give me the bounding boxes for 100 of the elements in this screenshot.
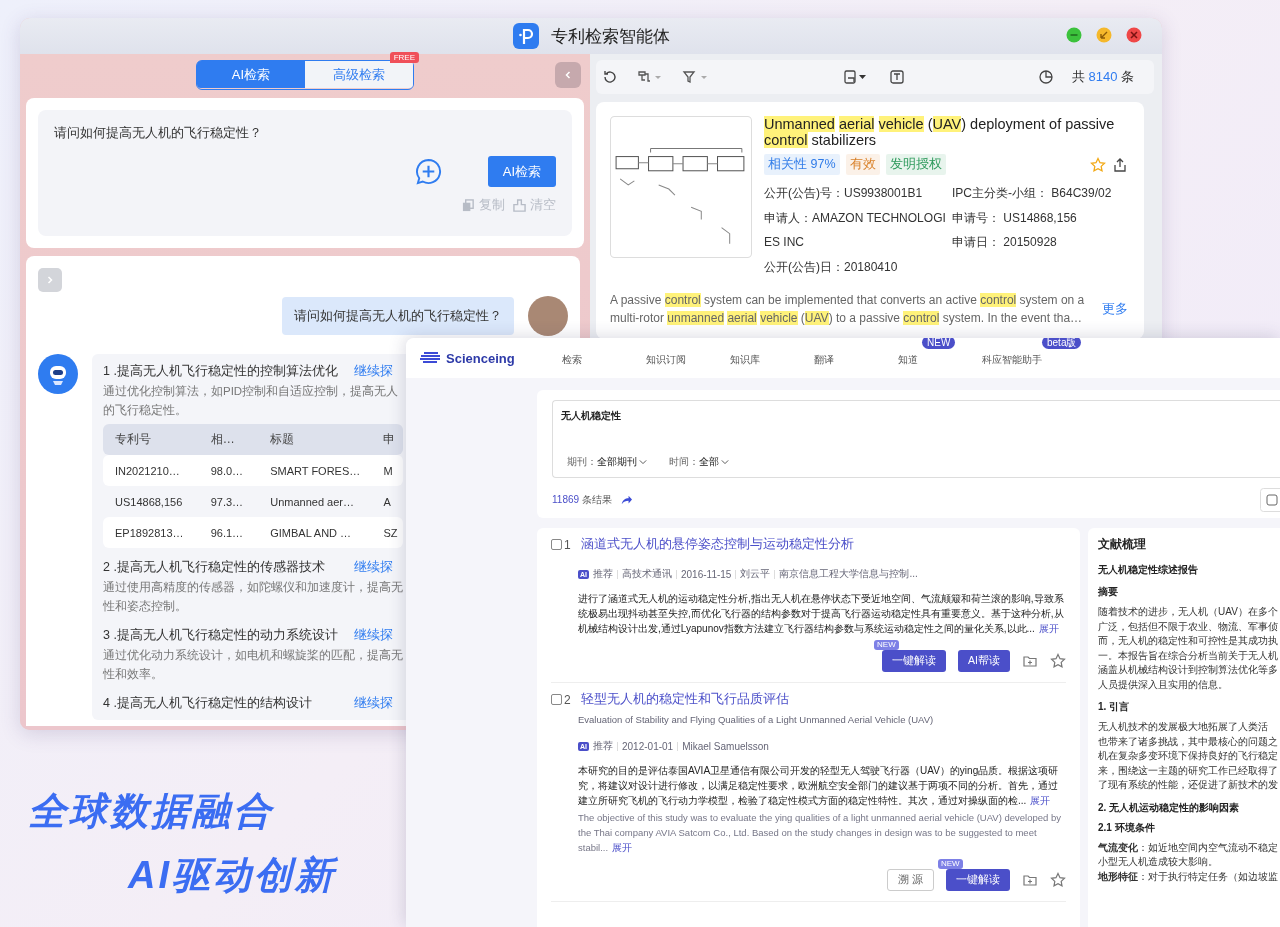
share-arrow-icon[interactable]: [619, 494, 632, 506]
table-row[interactable]: EP1892813… 96.1… GIMBAL AND … SZ: [103, 517, 403, 548]
table-cell-text: IN2021210…: [115, 464, 181, 477]
report-text: 人员提供深入且实用的信息。: [1098, 677, 1229, 692]
result-number: 2: [564, 692, 571, 707]
table-cell-text: SZ: [383, 526, 399, 539]
meta-text: 推荐: [593, 567, 613, 581]
filter-dropdown[interactable]: 期刊：全部期刊: [567, 455, 647, 469]
note-icon[interactable]: [888, 69, 905, 85]
action-button[interactable]: 一键解读: [882, 650, 947, 672]
patent-field: 公开(公告)日：20180410: [764, 254, 952, 279]
report-text: 广泛，包括但不限于农业、物流、军事侦: [1098, 619, 1279, 634]
answer-text: 通过使用高精度的传感器，如陀螺仪和加速度计，提高无: [103, 580, 404, 595]
search-tab[interactable]: AI检索: [197, 61, 305, 88]
nav-link[interactable]: 知识订阅: [646, 354, 686, 365]
status-tag: 有效: [845, 154, 880, 175]
answer-heading: 1 .提高无人机飞行稳定性的控制算法优化: [103, 362, 338, 380]
patent-field: IPC主分类-小组： B64C39/02: [952, 181, 1112, 206]
checkbox[interactable]: [551, 539, 562, 550]
add-chat-icon[interactable]: [415, 158, 442, 185]
robot-avatar-icon: [38, 354, 78, 394]
table-row[interactable]: US14868,156 97.3… Unmanned aer… A: [103, 486, 403, 517]
query-text: 请问如何提高无人机的飞行稳定性？: [54, 124, 263, 142]
tree-dropdown-icon[interactable]: [636, 69, 664, 85]
answer-text: 性和效率。: [103, 667, 164, 682]
nav-link[interactable]: 知道: [898, 354, 918, 365]
action-button[interactable]: 溯 源: [887, 869, 934, 891]
result-total: 共 8140 条: [1071, 68, 1134, 86]
table-cell-text: EP1892813…: [115, 526, 185, 539]
expand-link[interactable]: 展开: [1038, 623, 1059, 634]
answer-heading: 4 .提高无人机飞行稳定性的结构设计: [103, 694, 312, 712]
nav-link[interactable]: 检索: [562, 354, 582, 365]
table-row[interactable]: IN2021210… 98.0… SMART FORES… M: [103, 455, 403, 486]
explore-link[interactable]: 继续探: [354, 694, 393, 712]
new-ribbon: NEW: [938, 859, 963, 869]
filter-dropdown-icon[interactable]: [682, 69, 710, 85]
report-heading: 摘要: [1098, 585, 1119, 599]
search-tab[interactable]: 高级检索: [305, 61, 413, 88]
close-button[interactable]: [1126, 27, 1142, 43]
filter-dropdown[interactable]: 时间：全部: [669, 455, 729, 469]
result-abstract: 进行了涵道式无人机的运动稳定性分析,指出无人机在悬停状态下受近地空间、气流颠簸和荷兰滚的影响,导致系统极易出现抖动甚至失控,而优化飞行器的结构参数对于提高飞行器运动稳定性具有重要意义。基于这种分析,从机械结构设计出发,通过Lyapunov指数方法建立飞行器结构参数与系统运动稳定性之间的量化关系,以此... 展开: [578, 592, 1065, 636]
copy-icon: [462, 199, 475, 212]
nav-link[interactable]: 知识库: [730, 354, 760, 365]
result-subtitle: Evaluation of Stability and Flying Qualities of a Light Unmanned Aerial Vehicle (UAV): [578, 714, 935, 725]
table-cell-text: M: [383, 464, 394, 477]
report-text: 小型无人机造成较大影响。: [1098, 855, 1219, 869]
free-badge: FREE: [389, 52, 419, 63]
search-text: 无人机稳定性: [561, 409, 622, 423]
report-text: 来，围绕这一主题的研究工作已经取得了: [1098, 763, 1279, 778]
checkbox[interactable]: [551, 694, 562, 705]
star-icon[interactable]: [1050, 653, 1066, 669]
result-title[interactable]: 涵道式无人机的悬停姿态控制与运动稳定性分析: [580, 536, 854, 553]
answer-text: 的飞行稳定性。: [103, 403, 188, 418]
explore-link[interactable]: 继续探: [354, 626, 393, 644]
table-cell-text: SMART FORES…: [270, 464, 362, 477]
result-number: 1: [564, 537, 571, 552]
patent-field: 公开(公告)号：US9938001B1: [764, 181, 952, 206]
expand-link[interactable]: 展开: [1030, 795, 1051, 806]
nav-badge: beta版: [1042, 338, 1082, 349]
meta-text: 2016-11-15: [681, 568, 732, 580]
column-header: 相…: [210, 431, 236, 448]
minimize-button[interactable]: [1066, 27, 1082, 43]
chevron-right-icon: [45, 275, 55, 285]
ai-search-button[interactable]: AI检索: [488, 156, 556, 187]
share-icon[interactable]: [1112, 156, 1128, 173]
status-tag: 相关性 97%: [764, 154, 840, 175]
logo-icon: [420, 351, 442, 365]
search-field[interactable]: 无人机稳定性 期刊：全部期刊 时间：全部: [552, 400, 1280, 478]
patent-field: 申请号： US14868,156: [952, 205, 1112, 230]
report-text: 气流变化：如近地空间内空气流动不稳定: [1098, 840, 1279, 855]
folder-icon[interactable]: [1022, 653, 1038, 669]
tagline: AI驱动创新: [128, 853, 336, 898]
result-title[interactable]: 轻型无人机的稳定性和飞行品质评估: [580, 691, 789, 708]
action-button[interactable]: AI帮读: [958, 650, 1010, 672]
report-text: 而，无人机的稳定性和可控性是其成功执: [1098, 634, 1279, 648]
chevron-down-icon: [639, 458, 647, 466]
nav-link[interactable]: 科应智能助手: [982, 354, 1042, 365]
more-link[interactable]: 更多: [1102, 300, 1128, 318]
panel-title: 文献梳理: [1098, 536, 1147, 553]
refresh-icon[interactable]: [602, 69, 618, 85]
star-icon[interactable]: [1050, 872, 1066, 888]
explore-link[interactable]: 继续探: [354, 362, 393, 380]
translate-button[interactable]: [1260, 488, 1280, 512]
pie-chart-icon[interactable]: [1037, 69, 1054, 85]
chevron-down-icon: [721, 458, 729, 466]
expand-link[interactable]: 展开: [612, 842, 633, 853]
action-button[interactable]: 一键解读: [946, 869, 1010, 891]
folder-icon[interactable]: [1022, 872, 1038, 888]
nav-link[interactable]: 翻译: [814, 354, 834, 365]
report-text: 机在复杂多变环境下保持良好的飞行稳定: [1098, 749, 1279, 763]
table-cell-text: US14868,156: [115, 495, 184, 508]
star-icon[interactable]: [1090, 156, 1106, 173]
report-heading: 1. 引言: [1098, 700, 1131, 714]
chevron-left-icon: [563, 70, 573, 80]
explore-link[interactable]: 继续探: [354, 558, 393, 576]
report-text: 了现有系统的性能，还促进了新技术的发: [1098, 778, 1279, 792]
nav-badge: NEW: [922, 338, 956, 349]
user-message: 请问如何提高无人机的飞行稳定性？: [282, 297, 514, 335]
maximize-button[interactable]: [1096, 27, 1112, 43]
logo: Scienceing: [420, 350, 548, 366]
